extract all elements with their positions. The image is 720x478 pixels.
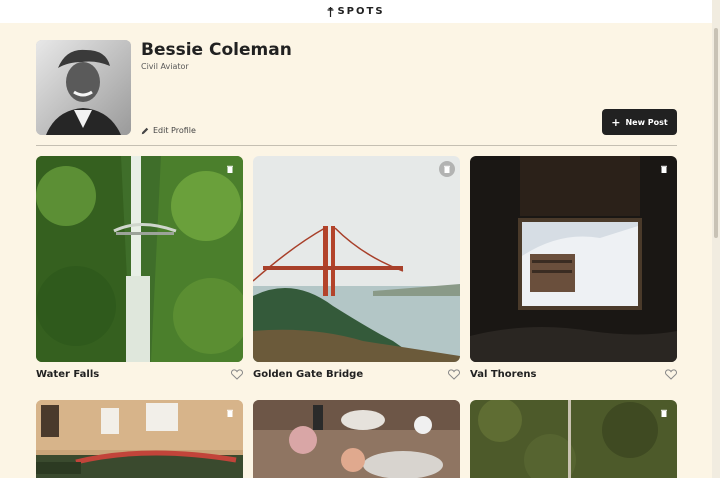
plus-icon: + xyxy=(611,115,621,129)
delete-button[interactable] xyxy=(223,162,237,176)
card xyxy=(253,400,460,478)
forest-image xyxy=(470,400,677,478)
card-image[interactable] xyxy=(36,156,243,362)
pencil-icon xyxy=(141,127,149,134)
card: Golden Gate Bridge xyxy=(253,156,460,380)
heart-icon[interactable] xyxy=(231,369,243,380)
card-title: Golden Gate Bridge xyxy=(253,369,364,380)
logo-text: SPOTS xyxy=(337,6,385,17)
restaurant-image xyxy=(253,400,460,478)
bridge-image xyxy=(253,156,460,362)
trash-icon xyxy=(227,409,233,417)
edit-profile-label: Edit Profile xyxy=(153,126,196,135)
card xyxy=(470,400,677,478)
edit-profile-button[interactable]: Edit Profile xyxy=(141,126,196,135)
avatar xyxy=(36,40,131,135)
building-image xyxy=(36,400,243,478)
divider xyxy=(36,145,677,146)
card: Water Falls xyxy=(36,156,243,380)
trash-icon xyxy=(661,409,667,417)
pin-icon xyxy=(327,6,334,17)
scrollbar-thumb[interactable] xyxy=(714,28,718,238)
delete-button[interactable] xyxy=(223,406,237,420)
trash-icon xyxy=(444,165,450,173)
delete-button[interactable] xyxy=(657,162,671,176)
spots-logo[interactable]: SPOTS xyxy=(327,6,384,17)
val-thorens-image xyxy=(470,156,677,362)
avatar-photo xyxy=(36,40,131,135)
heart-icon[interactable] xyxy=(448,369,460,380)
card-image[interactable] xyxy=(36,400,243,478)
delete-button[interactable] xyxy=(657,406,671,420)
profile-section: Bessie Coleman Civil Aviator Edit Profil… xyxy=(36,40,677,136)
top-bar: SPOTS xyxy=(0,0,712,23)
card-image[interactable] xyxy=(470,156,677,362)
new-post-button[interactable]: + New Post xyxy=(602,109,677,135)
scrollbar[interactable] xyxy=(712,0,720,478)
card-image[interactable] xyxy=(253,156,460,362)
waterfall-image xyxy=(36,156,243,362)
delete-button[interactable] xyxy=(439,161,455,177)
card-image[interactable] xyxy=(253,400,460,478)
heart-icon[interactable] xyxy=(665,369,677,380)
profile-name: Bessie Coleman xyxy=(141,40,292,60)
card-image[interactable] xyxy=(470,400,677,478)
trash-icon xyxy=(227,165,233,173)
card: Val Thorens xyxy=(470,156,677,380)
trash-icon xyxy=(661,165,667,173)
card-title: Val Thorens xyxy=(470,369,537,380)
profile-description: Civil Aviator xyxy=(141,62,189,71)
card xyxy=(36,400,243,478)
new-post-label: New Post xyxy=(625,117,668,127)
card-title: Water Falls xyxy=(36,369,100,380)
